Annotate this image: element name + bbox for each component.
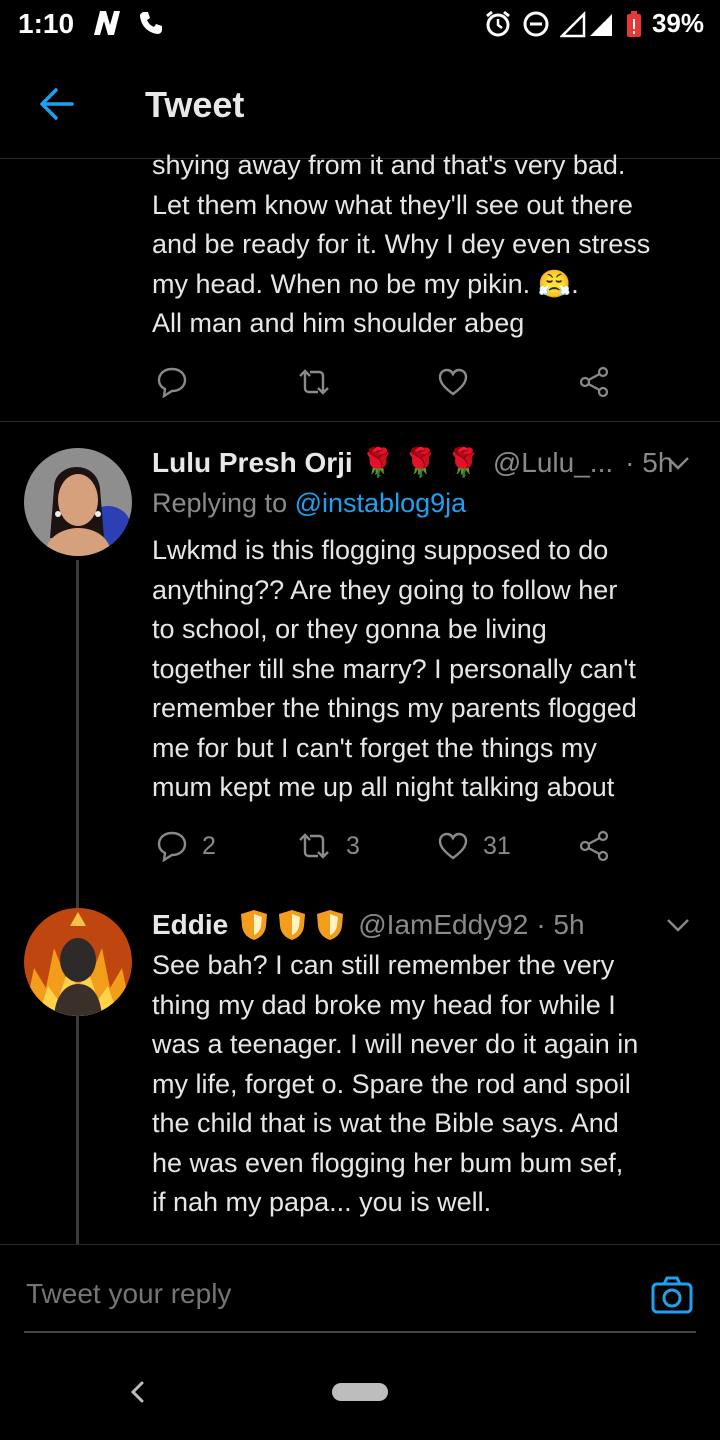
share-icon bbox=[579, 366, 609, 398]
tweet-header: Lulu Presh Orji 🌹 🌹 🌹 @Lulu_... · 5h bbox=[152, 446, 673, 479]
status-time: 1:10 bbox=[18, 8, 75, 39]
like-count: 31 bbox=[483, 831, 511, 860]
retweet-button[interactable] bbox=[296, 368, 332, 396]
tweet-line: All man and him shoulder abeg bbox=[152, 308, 525, 338]
author-handle[interactable]: @IamEddy92 bbox=[358, 909, 528, 941]
author-handle[interactable]: @Lulu_... bbox=[493, 447, 613, 479]
heart-icon bbox=[438, 832, 468, 860]
tweet-line: Lwkmd is this flogging supposed to do bbox=[152, 535, 609, 565]
avatar[interactable] bbox=[24, 448, 132, 556]
reply-underline bbox=[24, 1331, 696, 1333]
user-photo-icon bbox=[24, 448, 132, 556]
tweet-time: · 5h bbox=[536, 909, 585, 940]
tweet-line: mum kept me up all night talking about bbox=[152, 772, 615, 802]
retweet-button[interactable]: 3 bbox=[296, 832, 360, 861]
heart-icon bbox=[438, 368, 468, 396]
camera-icon[interactable] bbox=[650, 1275, 694, 1315]
tweet-body: Lwkmd is this flogging supposed to do an… bbox=[152, 531, 712, 808]
retweet-icon bbox=[299, 833, 329, 859]
phone-icon bbox=[140, 12, 162, 34]
shield-icon bbox=[279, 910, 306, 940]
alarm-icon bbox=[486, 10, 510, 36]
replying-label: Replying to bbox=[152, 488, 288, 518]
signal-icon: 3G bbox=[559, 10, 612, 37]
page-title: Tweet bbox=[145, 84, 245, 125]
tweet-line: he was even flogging her bum bum sef, bbox=[152, 1147, 624, 1178]
status-bar: 1:10 3G 39% bbox=[0, 0, 720, 50]
author-name[interactable]: Lulu Presh Orji bbox=[152, 447, 353, 479]
home-pill[interactable] bbox=[332, 1383, 388, 1401]
rose-emoji-icon: 🌹 🌹 🌹 bbox=[360, 447, 481, 478]
thread-line bbox=[76, 560, 79, 1244]
tweet-line: See bah? I can still remember the very bbox=[152, 950, 615, 980]
like-button[interactable]: 31 bbox=[437, 831, 511, 861]
tweet-line: shying away from it and that's very bad. bbox=[152, 150, 626, 180]
app-bar: Tweet bbox=[0, 50, 720, 159]
back-arrow-icon[interactable] bbox=[36, 86, 76, 122]
chevron-down-icon[interactable] bbox=[666, 917, 690, 933]
shield-emojis bbox=[238, 908, 346, 942]
tweet-actions bbox=[0, 362, 720, 402]
battery-percent: 39% bbox=[651, 8, 704, 38]
nav-back-icon[interactable] bbox=[128, 1380, 148, 1404]
chevron-down-icon[interactable] bbox=[666, 455, 690, 471]
reply-button[interactable] bbox=[156, 366, 188, 398]
tweet-line: together till she marry? I personally ca… bbox=[152, 653, 636, 684]
avatar[interactable] bbox=[24, 908, 132, 1016]
retweet-icon bbox=[299, 369, 329, 395]
user-photo-icon bbox=[24, 908, 132, 1016]
divider bbox=[0, 421, 720, 422]
tweet-line: and be ready for it. Why I dey even stre… bbox=[152, 229, 651, 259]
tweet-line: was a teenager. I will never do it again… bbox=[152, 1029, 639, 1059]
n-notification-icon bbox=[94, 11, 120, 35]
tweet-line: to school, or they gonna be living bbox=[152, 614, 547, 644]
share-icon bbox=[579, 830, 609, 862]
do-not-disturb-icon bbox=[523, 11, 549, 36]
network-type: 3G bbox=[593, 14, 607, 25]
tweet-line: the child that is wat the Bible says. An… bbox=[152, 1108, 619, 1138]
tweet-line: thing my dad broke my head for while I bbox=[152, 989, 616, 1020]
retweet-count: 3 bbox=[346, 831, 360, 860]
reply-button[interactable]: 2 bbox=[156, 830, 216, 862]
comment-icon bbox=[157, 367, 187, 398]
system-nav-bar bbox=[0, 1340, 720, 1440]
tweet-line: me for but I can't forget the things my bbox=[152, 732, 597, 763]
like-button[interactable] bbox=[437, 367, 469, 397]
share-button[interactable] bbox=[578, 830, 610, 862]
reply-bar bbox=[0, 1244, 720, 1335]
reply-count: 2 bbox=[202, 831, 216, 860]
shield-icon bbox=[241, 910, 268, 940]
tweet-body: See bah? I can still remember the very t… bbox=[152, 946, 712, 1223]
reply-input[interactable] bbox=[24, 1277, 628, 1311]
tweet-line: my life, forget o. Spare the rod and spo… bbox=[152, 1068, 631, 1099]
tweet-body: shying away from it and that's very bad.… bbox=[152, 148, 712, 348]
tweet-actions: 2 3 31 bbox=[0, 826, 720, 866]
shield-icon bbox=[317, 910, 344, 940]
author-name[interactable]: Eddie bbox=[152, 909, 228, 941]
tweet-line: anything?? Are they going to follow her bbox=[152, 574, 618, 605]
replying-link[interactable]: @instablog9ja bbox=[295, 488, 467, 518]
tweet-header: Eddie @IamEddy92 · 5h bbox=[152, 908, 585, 942]
tweet-line: my head. When no be my pikin. 😤. bbox=[152, 268, 579, 299]
comment-icon bbox=[157, 831, 187, 862]
share-button[interactable] bbox=[578, 366, 610, 398]
replying-to: Replying to @instablog9ja bbox=[152, 488, 466, 519]
tweet-line: if nah my papa... you is well. bbox=[152, 1187, 492, 1217]
battery-icon bbox=[626, 10, 641, 37]
tweet-line: Let them know what they'll see out there bbox=[152, 189, 633, 220]
tweet-line: remember the things my parents flogged bbox=[152, 693, 637, 723]
